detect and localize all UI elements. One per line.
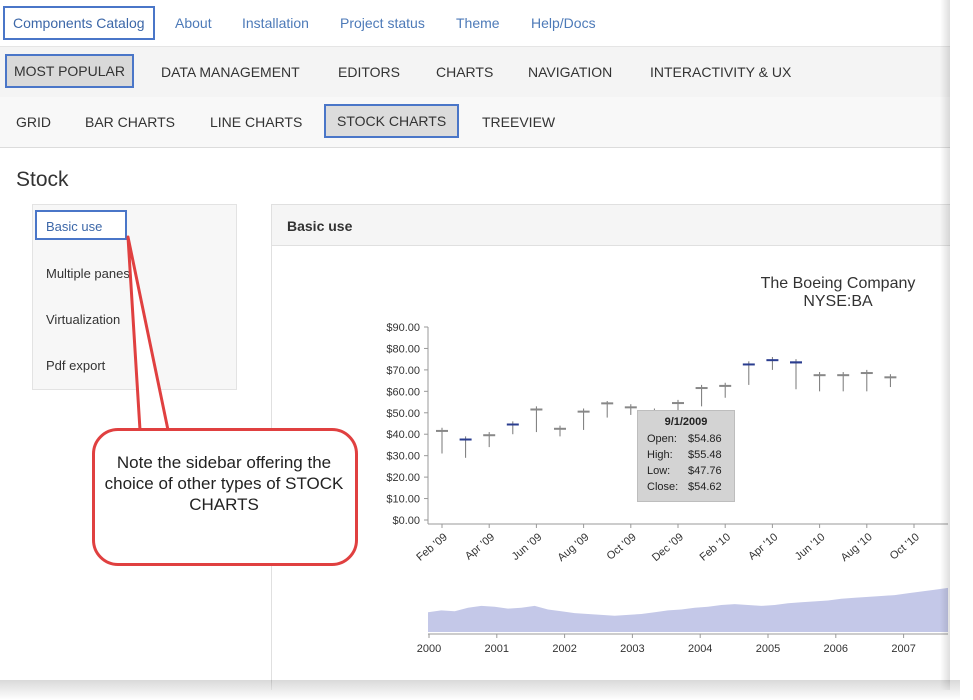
app-window: Components Catalog About Installation Pr… xyxy=(0,0,950,690)
callout-text: Note the sidebar offering the choice of … xyxy=(104,453,344,514)
torn-edge-right xyxy=(950,0,973,700)
torn-edge-bottom xyxy=(0,680,960,700)
callout-pointer-cover xyxy=(141,433,166,437)
